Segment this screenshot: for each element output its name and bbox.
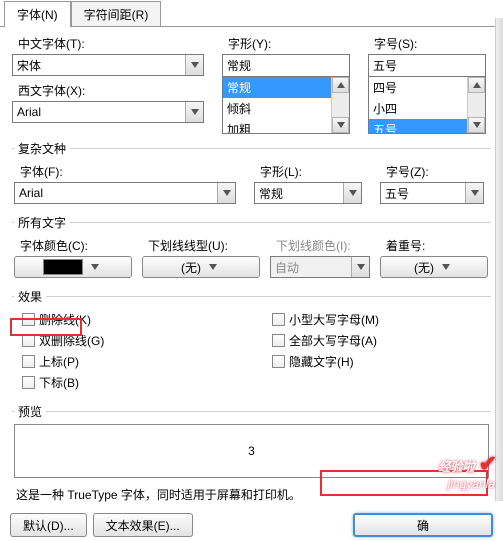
underline-style-value: (无): [181, 259, 201, 276]
chevron-down-icon: [87, 264, 103, 270]
font-panel: 中文字体(T): 宋体 西文字体(X): Arial 字形(Y): 常规 常规 …: [0, 26, 503, 509]
color-swatch-icon: [43, 259, 83, 275]
preview-box: 3: [14, 424, 489, 478]
superscript-checkbox[interactable]: 上标(P): [22, 353, 264, 370]
chevron-down-icon[interactable]: [465, 183, 483, 203]
complex-style-combo[interactable]: 常规: [254, 182, 362, 204]
size-listbox[interactable]: 四号 小四 五号: [368, 76, 486, 134]
style-listbox[interactable]: 常规 倾斜 加粗: [222, 76, 350, 134]
chevron-down-icon: [205, 264, 221, 270]
size-input[interactable]: 五号: [368, 54, 486, 76]
ok-button[interactable]: 确: [353, 513, 493, 537]
tab-font[interactable]: 字体(N): [4, 1, 71, 27]
style-option[interactable]: 常规: [223, 77, 331, 98]
scrollbar[interactable]: [467, 77, 485, 133]
emphasis-value: (无): [414, 259, 434, 276]
scroll-down-icon[interactable]: [332, 117, 349, 133]
complex-font-combo[interactable]: Arial: [14, 182, 236, 204]
underline-color-value: 自动: [271, 259, 351, 276]
double-strike-checkbox[interactable]: 双删除线(G): [22, 332, 264, 349]
subscript-checkbox[interactable]: 下标(B): [22, 374, 264, 391]
strike-checkbox[interactable]: 删除线(K): [22, 311, 264, 328]
scroll-up-icon[interactable]: [332, 77, 349, 93]
emphasis-button[interactable]: (无): [380, 256, 488, 278]
size-option[interactable]: 四号: [369, 77, 467, 98]
alltext-legend: 所有文字: [14, 214, 70, 231]
size-value: 五号: [369, 57, 485, 74]
style-input[interactable]: 常规: [222, 54, 350, 76]
smallcaps-checkbox[interactable]: 小型大写字母(M): [272, 311, 379, 328]
emphasis-label: 着重号:: [386, 237, 488, 254]
west-font-value: Arial: [13, 105, 185, 119]
complex-style-label: 字形(L):: [260, 163, 362, 180]
complex-legend: 复杂文种: [14, 140, 70, 157]
preview-sample: 3: [248, 444, 255, 458]
underline-color-combo: 自动: [270, 256, 370, 278]
cn-font-value: 宋体: [13, 57, 185, 74]
text-effect-button[interactable]: 文本效果(E)...: [93, 513, 193, 537]
complex-style-value: 常规: [255, 185, 343, 202]
chevron-down-icon[interactable]: [185, 55, 203, 75]
style-option[interactable]: 倾斜: [223, 98, 331, 119]
allcaps-checkbox[interactable]: 全部大写字母(A): [272, 332, 379, 349]
font-color-label: 字体颜色(C):: [20, 237, 132, 254]
size-option[interactable]: 五号: [369, 119, 467, 133]
style-option[interactable]: 加粗: [223, 119, 331, 133]
underline-color-label: 下划线颜色(I):: [276, 237, 370, 254]
chevron-down-icon[interactable]: [217, 183, 235, 203]
chevron-down-icon[interactable]: [185, 102, 203, 122]
complex-size-value: 五号: [381, 185, 465, 202]
underline-style-label: 下划线线型(U):: [148, 237, 260, 254]
scrollbar[interactable]: [331, 77, 349, 133]
effects-group: 效果 删除线(K) 双删除线(G) 上标(P) 下标(B) 小型大写字母(M) …: [12, 288, 491, 397]
effects-legend: 效果: [14, 288, 46, 305]
chevron-down-icon: [351, 257, 369, 277]
alltext-group: 所有文字 字体颜色(C): 下划线线型(U): (无) 下划线颜色(I):: [12, 214, 491, 282]
complex-font-label: 字体(F):: [20, 163, 236, 180]
preview-legend: 预览: [14, 403, 46, 420]
size-label: 字号(S):: [374, 35, 486, 52]
tab-spacing[interactable]: 字符间距(R): [71, 1, 162, 27]
complex-font-value: Arial: [15, 186, 217, 200]
chevron-down-icon[interactable]: [343, 183, 361, 203]
style-value: 常规: [223, 57, 349, 74]
watermark: 经验啦✔: [439, 451, 497, 477]
cn-font-combo[interactable]: 宋体: [12, 54, 204, 76]
chevron-down-icon: [438, 264, 454, 270]
scroll-up-icon[interactable]: [468, 77, 485, 93]
west-font-label: 西文字体(X):: [18, 82, 204, 99]
complex-size-label: 字号(Z):: [386, 163, 484, 180]
font-color-button[interactable]: [14, 256, 132, 278]
cn-font-label: 中文字体(T):: [18, 35, 204, 52]
check-icon: ✔: [479, 451, 497, 476]
style-label: 字形(Y):: [228, 35, 350, 52]
watermark-url: jingyanla: [448, 477, 495, 491]
preview-group: 预览 3: [12, 403, 491, 480]
window-scrollbar[interactable]: [495, 18, 503, 501]
complex-size-combo[interactable]: 五号: [380, 182, 484, 204]
complex-group: 复杂文种 字体(F): Arial 字形(L): 常规 字号(Z): 五号: [12, 140, 491, 208]
scroll-down-icon[interactable]: [468, 117, 485, 133]
size-option[interactable]: 小四: [369, 98, 467, 119]
button-bar: 默认(D)... 文本效果(E)... 确: [0, 509, 503, 541]
default-button[interactable]: 默认(D)...: [10, 513, 87, 537]
font-note: 这是一种 TrueType 字体，同时适用于屏幕和打印机。: [16, 486, 487, 503]
underline-style-button[interactable]: (无): [142, 256, 260, 278]
west-font-combo[interactable]: Arial: [12, 101, 204, 123]
hidden-checkbox[interactable]: 隐藏文字(H): [272, 353, 379, 370]
